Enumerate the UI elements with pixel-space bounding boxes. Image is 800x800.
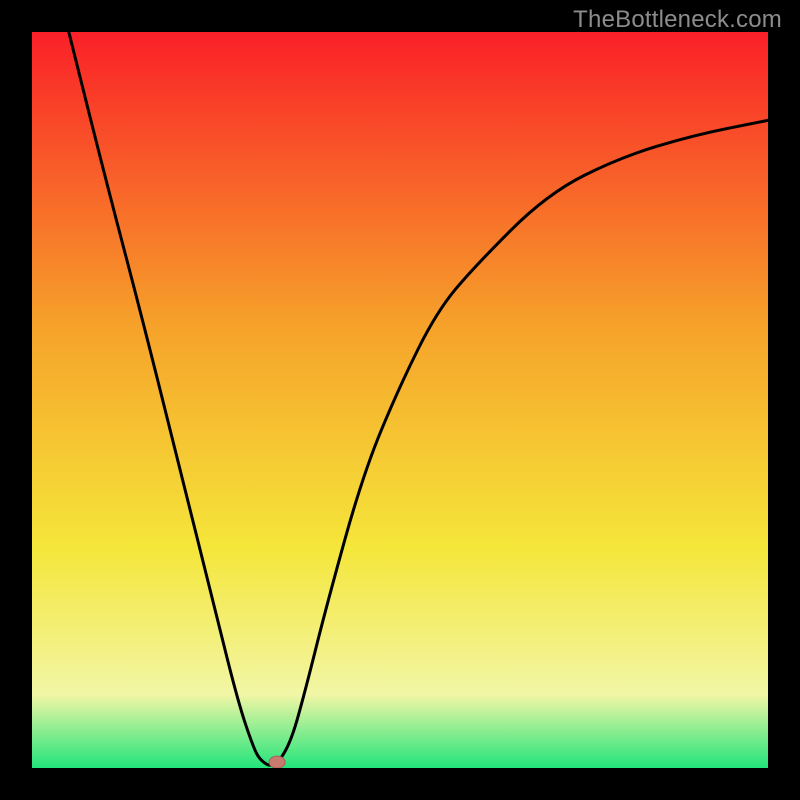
chart-frame: TheBottleneck.com <box>0 0 800 800</box>
watermark-text: TheBottleneck.com <box>573 6 782 34</box>
gradient-background <box>32 32 768 768</box>
plot-area <box>32 32 768 768</box>
optimal-point-marker <box>269 756 285 768</box>
chart-svg <box>32 32 768 768</box>
